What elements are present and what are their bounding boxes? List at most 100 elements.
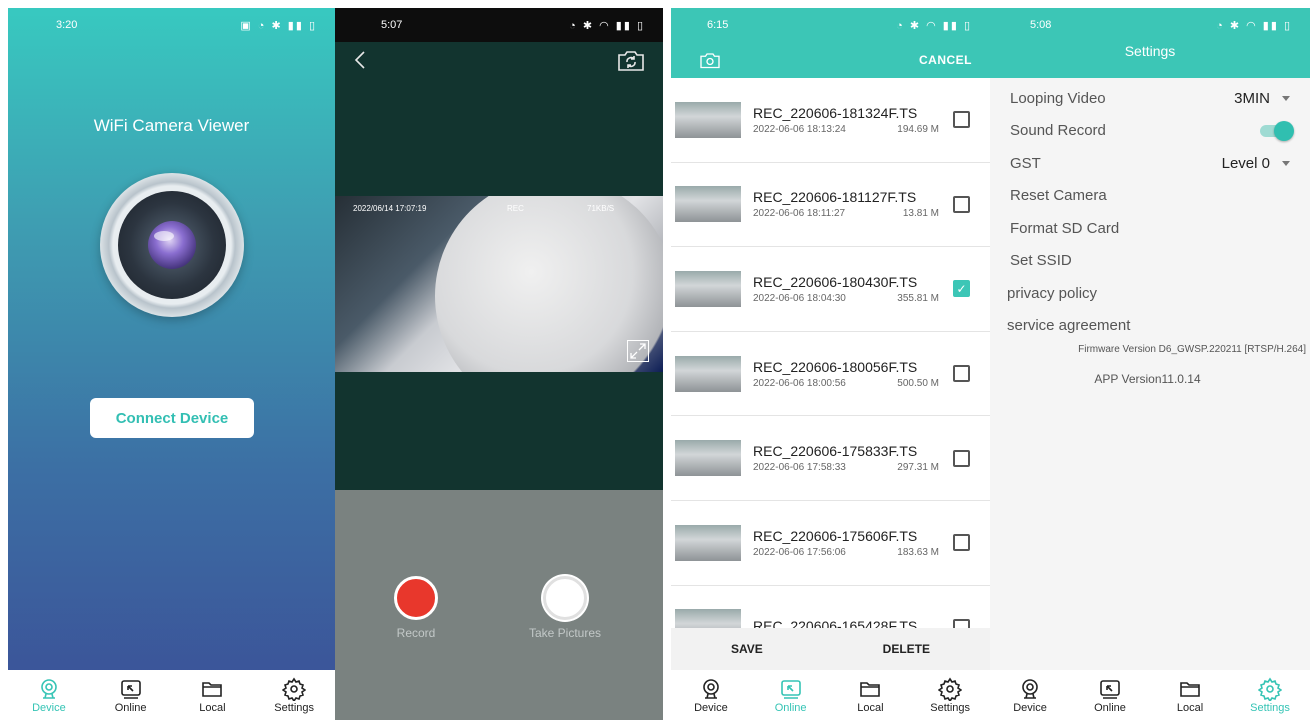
status-icons: ◔ ✱ ◠ ▮▮ ▯ [896,19,972,32]
online-icon [1100,679,1120,699]
nav-settings[interactable]: Settings [259,677,329,714]
preview-toolbar [335,42,663,78]
file-checkbox[interactable] [953,449,970,467]
nav-local[interactable]: Local [1155,677,1225,714]
status-time: 3:20 [56,19,78,31]
folder-icon [860,681,881,697]
settings-header: 5:08 ◔ ✱ ◠ ▮▮ ▯ Settings [990,8,1310,78]
switch-camera-icon[interactable] [617,48,645,72]
status-bar: 3:20 ▣ ◔ ✱ ▮▮ ▯ [8,8,335,42]
folder-icon [202,681,223,697]
video-thumbnail [675,524,741,561]
shutter-button[interactable] [543,576,588,620]
online-icon [780,679,801,699]
privacy-policy-link[interactable]: privacy policy [990,277,1310,310]
webcam-icon [703,678,719,699]
service-agreement-link[interactable]: service agreement [990,310,1310,343]
file-row[interactable]: REC_220606-175606F.TS 2022-06-06 17:56:0… [671,501,990,586]
file-checkbox[interactable] [953,618,970,628]
cancel-button[interactable]: CANCEL [919,53,972,67]
capture-controls: Record Take Pictures [335,490,663,720]
gear-icon [1258,677,1282,701]
looping-video-setting[interactable]: Looping Video 3MIN [990,82,1310,115]
video-thumbnail [675,186,741,223]
nav-device[interactable]: Device [995,677,1065,714]
nav-online[interactable]: Online [756,677,826,714]
dropdown-caret-icon[interactable] [1282,95,1290,101]
camera-lens-icon [100,173,244,317]
status-bar: 5:08 ◔ ✱ ◠ ▮▮ ▯ [990,8,1310,42]
status-time: 5:07 [381,19,403,31]
status-bar: 5:07 ◔ ✱ ◠ ▮▮ ▯ [335,8,663,42]
video-thumbnail [675,355,741,392]
file-checkbox[interactable] [953,365,970,383]
file-checkbox[interactable] [953,534,970,552]
stage: 3:20 ▣ ◔ ✱ ▮▮ ▯ WiFi Camera Viewer Conne… [0,0,1310,726]
record-label: Record [396,626,436,640]
status-icons: ◔ ✱ ◠ ▮▮ ▯ [569,19,645,32]
status-time: 6:15 [707,19,729,31]
bottom-nav: Device Online Local Settings [671,670,990,720]
nav-settings[interactable]: Settings [915,677,985,714]
camera-switch-icon[interactable] [699,51,721,69]
file-row[interactable]: REC_220606-181127F.TS 2022-06-06 18:11:2… [671,163,990,248]
file-row[interactable]: REC_220606-180430F.TS 2022-06-06 18:04:3… [671,247,990,332]
app-version: APP Version11.0.14 [1094,372,1201,386]
set-ssid-item[interactable]: Set SSID [990,245,1310,278]
delete-button[interactable]: DELETE [883,642,930,656]
video-thumbnail [675,609,741,628]
status-icons: ◔ ✱ ◠ ▮▮ ▯ [1216,19,1292,32]
file-row[interactable]: REC_220606-175833F.TS 2022-06-06 17:58:3… [671,416,990,501]
osd-datetime: 2022/06/14 17:07:19 [353,204,427,213]
back-chevron-icon[interactable] [353,50,367,70]
file-list: REC_220606-181324F.TS 2022-06-06 18:13:2… [671,78,990,628]
camera-preview[interactable]: 2022/06/14 17:07:19 REC 71KB/S [335,196,663,372]
sound-record-setting: Sound Record [990,115,1310,148]
file-row[interactable]: REC_220606-181324F.TS 2022-06-06 18:13:2… [671,78,990,163]
file-row[interactable]: REC_220606-165428F.TS [671,586,990,628]
settings-screen: 5:08 ◔ ✱ ◠ ▮▮ ▯ Settings Looping Video 3… [990,8,1310,720]
online-files-screen: 6:15 ◔ ✱ ◠ ▮▮ ▯ CANCEL REC_220606-181324… [671,8,990,720]
fullscreen-icon[interactable] [627,340,649,362]
nav-local[interactable]: Local [835,677,905,714]
gst-value: Level 0 [1221,154,1270,172]
file-checkbox[interactable] [953,111,970,129]
connect-device-button[interactable]: Connect Device [90,398,254,438]
take-picture-control[interactable]: Take Pictures [529,576,601,640]
bottom-nav: Device Online Local Settings [990,670,1310,720]
nav-device[interactable]: Device [14,677,84,714]
status-time: 5:08 [1030,19,1052,31]
osd-bitrate: 71KB/S [587,204,615,213]
format-sd-item[interactable]: Format SD Card [990,212,1310,245]
take-pictures-label: Take Pictures [529,626,602,640]
firmware-version: Firmware Version D6_GWSP.220211 [RTSP/H.… [1078,344,1306,355]
reset-camera-item[interactable]: Reset Camera [990,180,1310,213]
folder-icon [1180,681,1200,697]
dropdown-caret-icon[interactable] [1282,160,1290,166]
nav-online[interactable]: Online [96,677,166,714]
video-thumbnail [675,440,741,477]
record-button[interactable] [394,576,438,620]
status-bar: 6:15 ◔ ✱ ◠ ▮▮ ▯ [671,8,990,42]
nav-settings[interactable]: Settings [1235,677,1305,714]
record-control[interactable]: Record [394,576,438,640]
gst-setting[interactable]: GST Level 0 [990,147,1310,180]
save-button[interactable]: SAVE [731,642,763,656]
sound-record-toggle[interactable] [1260,120,1294,141]
page-title: Settings [1124,43,1176,59]
nav-local[interactable]: Local [177,677,247,714]
file-row[interactable]: REC_220606-180056F.TS 2022-06-06 18:00:5… [671,332,990,417]
video-thumbnail [675,101,741,138]
nav-online[interactable]: Online [1075,677,1145,714]
webcam-icon [1022,678,1038,699]
bottom-nav: Device Online Local Settings [8,670,335,720]
osd-rec: REC [507,204,524,213]
nav-device[interactable]: Device [676,677,746,714]
file-checkbox[interactable] [953,195,970,213]
file-actions: SAVE DELETE [671,628,990,670]
files-header: 6:15 ◔ ✱ ◠ ▮▮ ▯ CANCEL [671,8,990,78]
app-title: WiFi Camera Viewer [93,116,250,135]
webcam-icon [41,678,57,699]
online-icon [120,679,141,699]
file-checkbox-checked[interactable]: ✓ [953,280,970,298]
